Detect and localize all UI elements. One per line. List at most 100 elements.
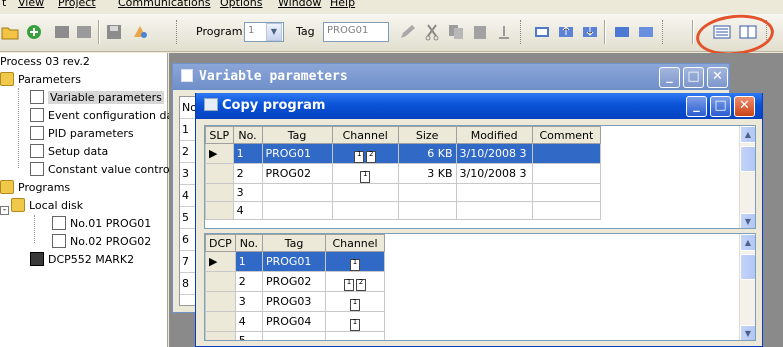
tree-item-pid-parameters[interactable]: PID parameters: [30, 126, 134, 142]
cut-icon[interactable]: [422, 22, 442, 42]
tree-parameters[interactable]: Parameters: [0, 72, 81, 88]
cell-modified[interactable]: 3/10/2008 3: [455, 143, 533, 164]
minimize-button[interactable]: _: [686, 96, 707, 117]
scroll-thumb[interactable]: [740, 146, 755, 172]
cell-modified[interactable]: [455, 183, 533, 202]
cell-channel[interactable]: [331, 183, 399, 202]
pencil-icon[interactable]: [398, 22, 418, 42]
tree-root[interactable]: Process 03 rev.2: [0, 54, 90, 70]
cell-no[interactable]: 4: [234, 311, 263, 332]
tree-item-setup-data[interactable]: Setup data: [30, 144, 108, 160]
tree-item-constant-value[interactable]: Constant value contro: [30, 162, 170, 178]
save-icon[interactable]: [104, 22, 124, 42]
table-row[interactable]: 5: [205, 331, 385, 340]
cell-channel[interactable]: [325, 331, 385, 340]
cell-tag[interactable]: [261, 201, 333, 220]
close-button[interactable]: ✕: [734, 96, 755, 117]
dcp-vertical-scrollbar[interactable]: ▲ ▼: [739, 234, 755, 340]
open-icon[interactable]: [0, 22, 20, 42]
cell-no[interactable]: 3: [232, 183, 263, 202]
cell-size[interactable]: 3 KB: [397, 163, 457, 184]
tree-device[interactable]: DCP552 MARK2: [30, 252, 134, 268]
cell-tag[interactable]: PROG02: [261, 163, 333, 184]
cell-tag[interactable]: [261, 183, 333, 202]
table-row[interactable]: 3: [205, 183, 602, 202]
scroll-up-icon[interactable]: ▲: [740, 234, 755, 251]
table-row[interactable]: 2 PROG02 1 3 KB 3/10/2008 3: [205, 163, 602, 184]
cell-no[interactable]: 5: [234, 331, 263, 340]
cell-tag[interactable]: PROG01: [261, 251, 327, 272]
connect-icon[interactable]: [24, 22, 44, 42]
transfer-icon[interactable]: [612, 22, 632, 42]
tree-program-02[interactable]: No.02 PROG02: [52, 234, 151, 250]
cell-size[interactable]: 6 KB: [397, 143, 457, 164]
cell-tag[interactable]: [261, 331, 327, 340]
table-row[interactable]: 4 PROG04 1: [205, 311, 385, 332]
scroll-thumb[interactable]: [740, 254, 755, 280]
cell-no[interactable]: 3: [234, 291, 263, 312]
menu-item-communications[interactable]: Communications: [118, 0, 210, 9]
cell-comment[interactable]: [531, 183, 602, 202]
cell-modified[interactable]: 3/10/2008 3: [455, 163, 533, 184]
menu-item-help[interactable]: Help: [330, 0, 355, 9]
menu-item-view[interactable]: View: [18, 0, 44, 9]
scroll-up-icon[interactable]: ▲: [740, 126, 755, 143]
cell-channel[interactable]: 1: [325, 311, 385, 332]
tree-item-event-configuration[interactable]: Event configuration da: [30, 108, 173, 124]
cell-size[interactable]: [397, 183, 457, 202]
disk-icon[interactable]: [74, 22, 94, 42]
cell-comment[interactable]: [531, 163, 602, 184]
copy-icon[interactable]: [446, 22, 466, 42]
cell-channel[interactable]: 12: [325, 271, 385, 292]
maximize-button[interactable]: □: [710, 96, 731, 117]
cell-size[interactable]: [397, 201, 457, 220]
cell-no[interactable]: 2: [234, 271, 263, 292]
menu-item-tools[interactable]: t: [2, 0, 6, 9]
menu-item-window[interactable]: Window: [278, 0, 321, 9]
close-button[interactable]: ✕: [707, 67, 728, 88]
read-icon[interactable]: [532, 22, 552, 42]
variable-parameters-titlebar[interactable]: Variable parameters: [173, 64, 729, 90]
cell-no[interactable]: 4: [232, 201, 263, 220]
cell-channel[interactable]: [331, 201, 399, 220]
menu-item-project[interactable]: Project: [58, 0, 96, 9]
tree-local-disk[interactable]: - Local disk: [0, 198, 83, 215]
tree-programs[interactable]: Programs: [0, 180, 70, 196]
folder-icon[interactable]: [52, 22, 72, 42]
slp-vertical-scrollbar[interactable]: ▲ ▼: [739, 126, 755, 228]
cell-tag[interactable]: PROG01: [261, 143, 333, 164]
download-icon[interactable]: [580, 22, 600, 42]
cell-tag[interactable]: PROG02: [261, 271, 327, 292]
compare-icon[interactable]: [636, 22, 656, 42]
tree-item-variable-parameters[interactable]: Variable parameters: [30, 90, 164, 106]
paste-icon[interactable]: [470, 22, 490, 42]
cell-channel[interactable]: 1: [325, 251, 385, 272]
table-row[interactable]: ▶ 1 PROG01 1 2 6 KB 3/10/2008 3: [205, 143, 602, 164]
cell-no[interactable]: 1: [232, 143, 263, 164]
maximize-button[interactable]: □: [683, 67, 704, 88]
table-row[interactable]: 2 PROG02 1 2: [205, 271, 385, 292]
scroll-down-icon[interactable]: ▼: [740, 325, 755, 340]
cell-channel[interactable]: 1: [325, 291, 385, 312]
cell-channel[interactable]: 12: [331, 143, 399, 164]
cell-no[interactable]: 2: [232, 163, 263, 184]
cell-comment[interactable]: [531, 143, 602, 164]
cell-tag[interactable]: PROG04: [261, 311, 327, 332]
program-dropdown-chevron-icon[interactable]: ▼: [266, 23, 282, 41]
tree-program-01[interactable]: No.01 PROG01: [52, 216, 151, 232]
cell-modified[interactable]: [455, 201, 533, 220]
table-row[interactable]: ▶ 1 PROG01 1: [205, 251, 385, 272]
table-row[interactable]: 3 PROG03 1: [205, 291, 385, 312]
cell-comment[interactable]: [531, 201, 602, 220]
table-row[interactable]: 4: [205, 201, 602, 220]
cell-no[interactable]: 1: [234, 251, 263, 272]
properties-icon[interactable]: [130, 22, 150, 42]
upload-icon[interactable]: [556, 22, 576, 42]
cell-channel[interactable]: 1: [331, 163, 399, 184]
copy-program-titlebar[interactable]: Copy program: [196, 93, 762, 119]
cell-tag[interactable]: PROG03: [261, 291, 327, 312]
minimize-button[interactable]: _: [659, 67, 680, 88]
scroll-down-icon[interactable]: ▼: [740, 213, 755, 228]
expand-minus-icon[interactable]: -: [0, 206, 9, 215]
tag-field[interactable]: PROG01: [323, 22, 389, 42]
